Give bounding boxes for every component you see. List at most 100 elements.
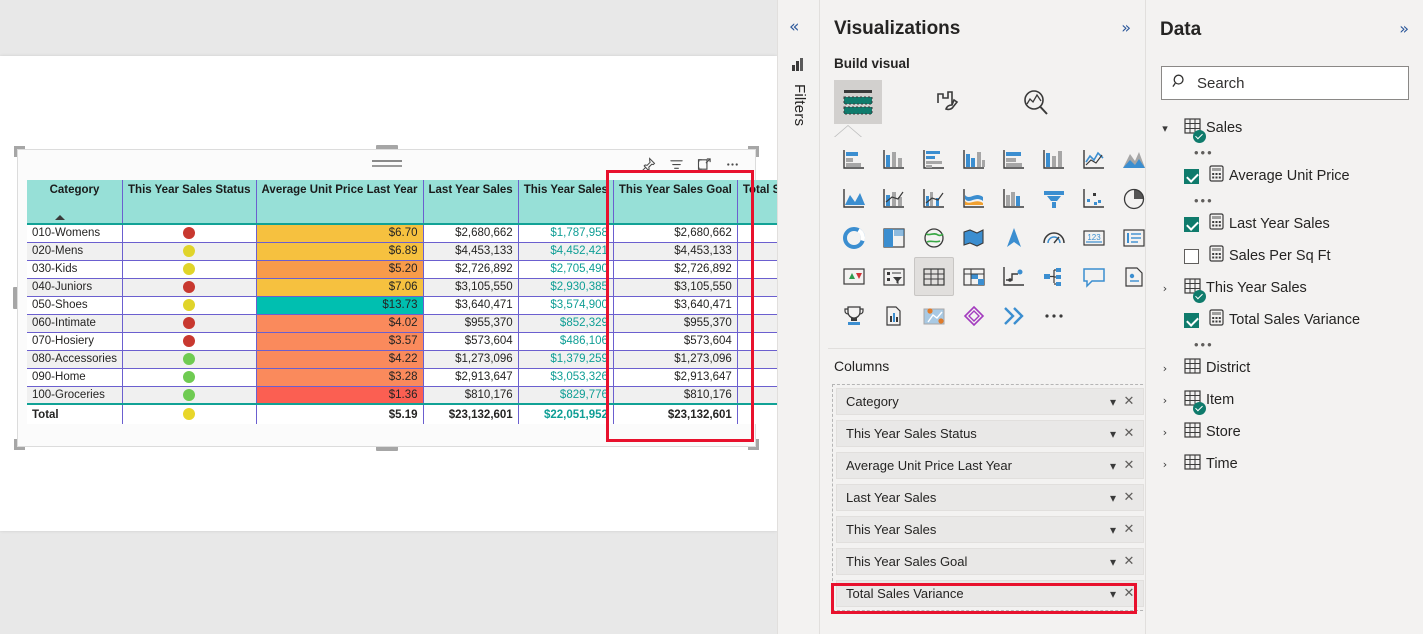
- cell-category[interactable]: 080-Accessories: [27, 350, 124, 369]
- card-icon[interactable]: 123: [1074, 218, 1114, 257]
- cell-last-year-sales[interactable]: $2,913,647: [423, 368, 519, 387]
- data-tree-table-time[interactable]: › Time: [1146, 448, 1423, 480]
- cell-this-year-sales[interactable]: $1,787,958: [518, 224, 614, 243]
- column-header-this-year-sales[interactable]: This Year Sales: [518, 180, 614, 225]
- key-influencers-icon[interactable]: [834, 296, 874, 335]
- column-header-last-year-sales[interactable]: Last Year Sales: [423, 180, 519, 225]
- cell-sales-status[interactable]: [122, 386, 257, 405]
- cell-average-unit-price[interactable]: $13.73: [256, 296, 424, 315]
- cell-this-year-sales-goal[interactable]: $2,726,892: [613, 260, 738, 279]
- 100-stacked-bar-chart-icon[interactable]: [994, 140, 1034, 179]
- table-row[interactable]: 090-Home $3.28 $2,913,647 $3,053,326 $2,913,…: [27, 368, 860, 387]
- slicer-icon[interactable]: [874, 257, 914, 296]
- cell-this-year-sales[interactable]: $486,106: [518, 332, 614, 351]
- collapse-chevron-icon[interactable]: «: [789, 19, 799, 36]
- table-row[interactable]: 100-Groceries $1.36 $810,176 $829,776 $810,1…: [27, 386, 860, 405]
- cell-category[interactable]: 090-Home: [27, 368, 124, 387]
- visualizations-expand-icon[interactable]: »: [1121, 20, 1131, 36]
- line-chart-icon[interactable]: [1074, 140, 1114, 179]
- cell-category[interactable]: 020-Mens: [27, 242, 124, 261]
- cell-this-year-sales[interactable]: $3,053,326: [518, 368, 614, 387]
- table-row[interactable]: 070-Hosiery $3.57 $573,604 $486,106 $573,604…: [27, 332, 860, 351]
- chevron-down-icon[interactable]: ▾: [1105, 588, 1121, 600]
- cell-this-year-sales[interactable]: $4,452,421: [518, 242, 614, 261]
- field-checkbox[interactable]: [1184, 216, 1199, 232]
- stacked-area-chart-icon[interactable]: [834, 179, 874, 218]
- data-tree-table-store[interactable]: › Store: [1146, 416, 1423, 448]
- more-visuals-icon[interactable]: [1034, 296, 1074, 335]
- cell-category[interactable]: 100-Groceries: [27, 386, 124, 405]
- pin-icon[interactable]: [640, 156, 657, 173]
- field-checkbox[interactable]: [1184, 312, 1199, 328]
- azure-map-icon[interactable]: [994, 218, 1034, 257]
- arcgis-map-icon[interactable]: [914, 296, 954, 335]
- chevron-right-icon[interactable]: ›: [1156, 362, 1174, 375]
- remove-field-icon[interactable]: ✕: [1121, 427, 1137, 440]
- cell-this-year-sales-goal[interactable]: $4,453,133: [613, 242, 738, 261]
- cell-this-year-sales[interactable]: $829,776: [518, 386, 614, 405]
- cell-category[interactable]: 050-Shoes: [27, 296, 124, 315]
- cell-average-unit-price[interactable]: $5.20: [256, 260, 424, 279]
- data-search-box[interactable]: Search: [1161, 66, 1409, 100]
- focus-mode-icon[interactable]: [696, 156, 713, 173]
- stacked-column-chart-icon[interactable]: [874, 140, 914, 179]
- clustered-column-chart-icon[interactable]: [954, 140, 994, 179]
- gauge-icon[interactable]: [1034, 218, 1074, 257]
- tree-ellipsis[interactable]: •••: [1146, 192, 1423, 208]
- cell-this-year-sales[interactable]: $2,705,490: [518, 260, 614, 279]
- cell-this-year-sales[interactable]: $852,329: [518, 314, 614, 333]
- 100-stacked-column-chart-icon[interactable]: [1034, 140, 1074, 179]
- cell-this-year-sales-goal[interactable]: $2,680,662: [613, 224, 738, 243]
- remove-field-icon[interactable]: ✕: [1121, 523, 1137, 536]
- chevron-down-icon[interactable]: ▾: [1105, 460, 1121, 472]
- field-checkbox[interactable]: [1184, 168, 1199, 184]
- chevron-down-icon[interactable]: ▾: [1105, 492, 1121, 504]
- kpi-icon[interactable]: [834, 257, 874, 296]
- power-apps-icon[interactable]: [954, 296, 994, 335]
- cell-average-unit-price[interactable]: $6.89: [256, 242, 424, 261]
- chevron-right-icon[interactable]: ›: [1156, 282, 1174, 295]
- field-checkbox[interactable]: [1184, 248, 1199, 264]
- scatter-chart-icon[interactable]: [1074, 179, 1114, 218]
- chevron-right-icon[interactable]: ›: [1156, 394, 1174, 407]
- field-well-item[interactable]: Last Year Sales ▾ ✕: [836, 484, 1144, 511]
- filled-map-icon[interactable]: [954, 218, 994, 257]
- cell-last-year-sales[interactable]: $1,273,096: [423, 350, 519, 369]
- chevron-right-icon[interactable]: ›: [1156, 458, 1174, 471]
- data-tree-table-district[interactable]: › District: [1146, 352, 1423, 384]
- remove-field-icon[interactable]: ✕: [1121, 587, 1137, 600]
- line-and-clustered-column-chart-icon[interactable]: [914, 179, 954, 218]
- remove-field-icon[interactable]: ✕: [1121, 555, 1137, 568]
- chevron-down-icon[interactable]: ▾: [1105, 556, 1121, 568]
- cell-sales-status[interactable]: [122, 350, 257, 369]
- column-header-average-unit-price-last-year[interactable]: Average Unit Price Last Year: [256, 180, 424, 225]
- cell-this-year-sales[interactable]: $1,379,259: [518, 350, 614, 369]
- field-well-item[interactable]: This Year Sales Status ▾ ✕: [836, 420, 1144, 447]
- drag-handle-icon[interactable]: [371, 160, 402, 170]
- filters-pane-label[interactable]: Filters: [791, 84, 808, 126]
- data-tree-field-average-unit-price[interactable]: Average Unit Price: [1146, 160, 1423, 192]
- remove-field-icon[interactable]: ✕: [1121, 395, 1137, 408]
- cell-average-unit-price[interactable]: $7.06: [256, 278, 424, 297]
- cell-category[interactable]: 040-Juniors: [27, 278, 124, 297]
- cell-sales-status[interactable]: [122, 296, 257, 315]
- chevron-down-icon[interactable]: ▾: [1156, 122, 1174, 135]
- cell-sales-status[interactable]: [122, 332, 257, 351]
- table-row[interactable]: 080-Accessories $4.22 $1,273,096 $1,379,259…: [27, 350, 860, 369]
- cell-this-year-sales[interactable]: $3,574,900: [518, 296, 614, 315]
- cell-last-year-sales[interactable]: $2,680,662: [423, 224, 519, 243]
- data-tree-table-this-year-sales[interactable]: › This Year Sales: [1146, 272, 1423, 304]
- matrix-icon[interactable]: [954, 257, 994, 296]
- field-well-item[interactable]: Total Sales Variance ▾ ✕: [836, 580, 1144, 607]
- table-row[interactable]: 050-Shoes $13.73 $3,640,471 $3,574,900 $3,64…: [27, 296, 860, 315]
- line-and-stacked-column-chart-icon[interactable]: [874, 179, 914, 218]
- field-well-item[interactable]: This Year Sales ▾ ✕: [836, 516, 1144, 543]
- funnel-chart-icon[interactable]: [1034, 179, 1074, 218]
- cell-last-year-sales[interactable]: $810,176: [423, 386, 519, 405]
- cell-last-year-sales[interactable]: $2,726,892: [423, 260, 519, 279]
- clustered-bar-chart-icon[interactable]: [914, 140, 954, 179]
- field-well-item[interactable]: Average Unit Price Last Year ▾ ✕: [836, 452, 1144, 479]
- cell-average-unit-price[interactable]: $4.02: [256, 314, 424, 333]
- more-options-icon[interactable]: [724, 156, 741, 173]
- stacked-bar-chart-icon[interactable]: [834, 140, 874, 179]
